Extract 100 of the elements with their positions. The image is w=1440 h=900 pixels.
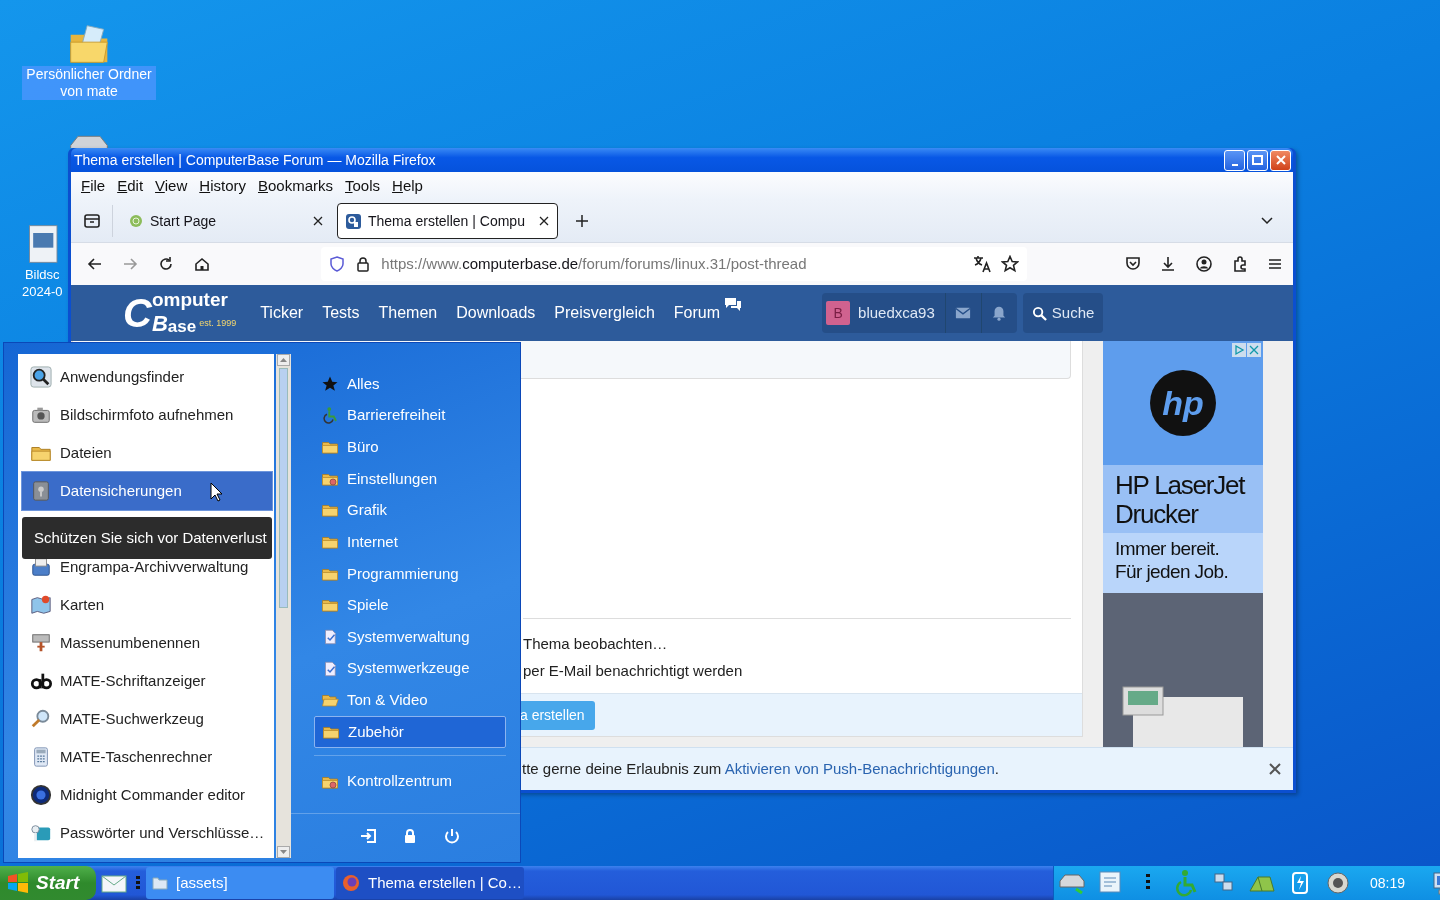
option-label: Thema beobachten…	[523, 634, 668, 654]
nav-link[interactable]: Forum	[673, 301, 721, 325]
magnifier-icon	[30, 708, 52, 730]
home-icon[interactable]	[192, 255, 211, 273]
nav-link[interactable]: Preisvergleich	[554, 301, 655, 325]
folder-icon	[152, 876, 168, 890]
rename-icon	[30, 632, 52, 654]
menu-item[interactable]: History	[193, 174, 252, 198]
category-item[interactable]: Spiele	[314, 589, 506, 622]
site-favicon-icon	[346, 213, 361, 229]
tab-title: Thema erstellen | Compu	[368, 211, 526, 231]
firefox-icon	[342, 874, 360, 892]
address-bar[interactable]: https://www.computerbase.de/forum/forums/linux.31/post-thread	[321, 247, 1028, 281]
scroll-down-icon	[277, 846, 290, 858]
search-button[interactable]: Suche	[1022, 293, 1104, 333]
menu-item[interactable]: File	[75, 174, 112, 198]
search-icon	[1031, 305, 1047, 321]
folder-icon[interactable]	[67, 22, 111, 66]
logout-icon[interactable]	[359, 827, 377, 846]
menu-item[interactable]: MATE-Schriftanzeiger	[22, 662, 272, 700]
speaker-icon[interactable]	[1324, 869, 1352, 897]
tab-overview-icon[interactable]	[82, 212, 101, 230]
menu-item[interactable]: Passwörter und Verschlüsse…	[22, 814, 272, 852]
menu-item[interactable]: Help	[386, 174, 429, 198]
translate-icon[interactable]	[973, 255, 992, 273]
control-center-item[interactable]: Kontrollzentrum	[314, 763, 506, 800]
disc-icon	[30, 784, 52, 806]
category-item[interactable]: Büro	[314, 431, 506, 463]
scroll-up-icon	[277, 354, 290, 366]
category-item[interactable]: Systemverwaltung	[314, 621, 506, 653]
clock: 08:19	[1370, 873, 1406, 893]
power-icon[interactable]	[443, 827, 461, 846]
window-title: Thema erstellen | ComputerBase Forum — Mozilla Firefox	[74, 150, 437, 170]
tab-title: Start Page	[150, 211, 218, 231]
ad-tagline: Immer bereit. Für jeden Job.	[1103, 533, 1263, 593]
chat-icon[interactable]	[724, 297, 743, 313]
scroll-thumb[interactable]	[279, 368, 288, 608]
avatar: B	[826, 301, 851, 325]
maximize-button[interactable]	[1247, 149, 1268, 171]
browser-tab[interactable]: Start Page	[121, 203, 331, 239]
option-label: per E-Mail benachrichtigt werden	[523, 661, 743, 681]
menu-item[interactable]: Datensicherungen	[22, 472, 272, 510]
menu-item[interactable]: Anwendungsfinder	[22, 358, 272, 396]
wheelchair-icon	[321, 406, 339, 425]
menu-item[interactable]: MATE-Taschenrechner	[22, 738, 272, 776]
close-icon	[1275, 155, 1286, 165]
hp-logo: hp	[1150, 370, 1216, 436]
category-item[interactable]: Systemwerkzeuge	[314, 652, 506, 685]
start-button[interactable]: Start	[0, 866, 96, 900]
account-icon[interactable]	[1195, 255, 1214, 273]
tooltip: Schützen Sie sich vor Datenverlust	[22, 517, 272, 559]
menu-item[interactable]: Dateien	[22, 434, 272, 472]
close-icon[interactable]	[313, 216, 323, 226]
icon-label[interactable]: Bildsc 2024-0	[20, 266, 63, 300]
category-item[interactable]: Barrierefreiheit	[314, 399, 506, 432]
menu-item[interactable]: Midnight Commander editor	[22, 776, 272, 814]
mail-icon[interactable]	[955, 305, 972, 321]
taskbar-item[interactable]: Thema erstellen | Co…	[336, 867, 524, 899]
menu-item[interactable]: Edit	[111, 174, 150, 198]
category-item[interactable]: Internet	[314, 526, 506, 558]
menu-item[interactable]: Tools	[339, 174, 387, 198]
close-icon[interactable]	[1269, 763, 1281, 775]
category-item[interactable]: Einstellungen	[314, 462, 506, 495]
nav-link[interactable]: Ticker	[260, 301, 304, 325]
close-icon[interactable]	[539, 216, 549, 226]
map-icon	[30, 594, 52, 616]
star-outline-icon[interactable]	[1001, 255, 1020, 273]
browser-tab[interactable]: Thema erstellen | Compu	[337, 203, 558, 239]
nav-link[interactable]: Tests	[322, 301, 360, 325]
push-link[interactable]: Aktivieren von Push-Benachrichtigungen	[724, 759, 995, 777]
menu-item[interactable]: MATE-Suchwerkzeug	[22, 700, 272, 738]
ad-headline: HP LaserJet Drucker	[1103, 465, 1263, 533]
new-tab-icon[interactable]	[575, 214, 589, 228]
menu-item[interactable]: Bildschirmfoto aufnehmen	[22, 396, 272, 434]
category-item[interactable]: Grafik	[314, 494, 506, 527]
globe-icon	[129, 214, 143, 228]
maximize-icon	[1252, 155, 1263, 165]
category-item[interactable]: Alles	[314, 368, 506, 400]
minimize-button[interactable]	[1224, 149, 1245, 171]
shield-icon	[329, 256, 346, 272]
close-button[interactable]	[1270, 149, 1291, 171]
key-icon	[30, 822, 52, 844]
category-item[interactable]: Programmierung	[314, 557, 506, 590]
category-item[interactable]: Ton & Video	[314, 684, 506, 717]
menu-item[interactable]: Massenumbenennen	[22, 624, 272, 662]
menu-item[interactable]: Bookmarks	[252, 174, 340, 198]
nav-link[interactable]: Themen	[378, 301, 438, 325]
menu-item[interactable]: View	[149, 174, 194, 198]
cursor-icon	[210, 482, 224, 502]
handle-icon[interactable]	[136, 876, 140, 890]
windows-flag-icon	[6, 872, 30, 894]
url-text: https://www.computerbase.de/forum/forums/linux.31/post-thread	[381, 253, 808, 274]
pocket-icon[interactable]	[1123, 255, 1142, 273]
nav-link[interactable]: Downloads	[456, 301, 536, 325]
magnifier-icon	[30, 366, 52, 388]
notice-text: tte gerne deine Erlaubnis zum Aktivieren von Push-Benachrichtigungen.	[522, 758, 999, 779]
lock-icon	[355, 256, 372, 272]
scrollbar[interactable]	[276, 354, 291, 858]
category-item[interactable]: Zubehör	[314, 716, 506, 748]
menu-item[interactable]: Karten	[22, 586, 272, 624]
